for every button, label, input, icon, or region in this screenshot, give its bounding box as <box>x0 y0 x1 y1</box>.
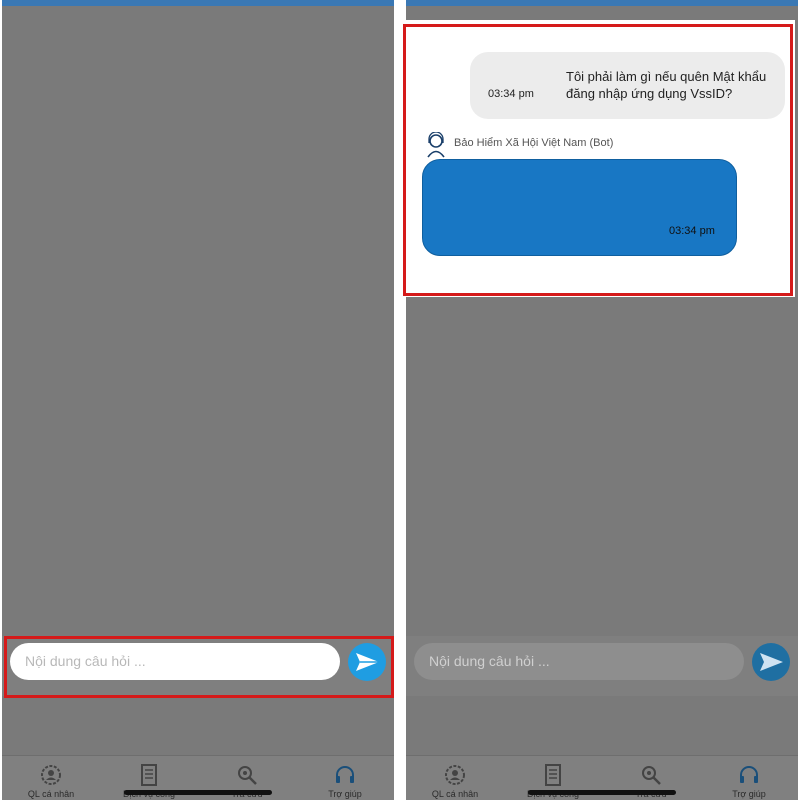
tab-help[interactable]: Trợ giúp <box>700 756 798 800</box>
search-gear-icon <box>238 766 257 785</box>
headset-icon <box>336 766 354 783</box>
personal-gear-icon <box>41 765 61 785</box>
chat-highlight-box <box>403 24 793 296</box>
personal-gear-icon <box>445 765 465 785</box>
tab-help[interactable]: Trợ giúp <box>296 756 394 800</box>
question-input[interactable]: Nội dung câu hỏi ... <box>414 643 744 680</box>
input-placeholder: Nội dung câu hỏi ... <box>429 653 550 669</box>
status-strip <box>2 0 394 6</box>
headset-icon <box>740 766 758 783</box>
tab-personal[interactable]: QL cá nhân <box>406 756 504 800</box>
document-icon <box>141 764 157 786</box>
input-highlight-box <box>4 636 394 698</box>
tab-label: QL cá nhân <box>431 789 479 799</box>
status-strip <box>406 0 798 6</box>
search-gear-icon <box>642 766 661 785</box>
document-icon <box>545 764 561 786</box>
send-button[interactable] <box>752 643 790 681</box>
message-input-bar: Nội dung câu hỏi ... <box>406 636 798 696</box>
tab-label: Trợ giúp <box>732 789 766 799</box>
tab-label: QL cá nhân <box>27 789 75 799</box>
tab-label: Trợ giúp <box>328 789 362 799</box>
home-indicator <box>528 790 676 795</box>
tab-personal[interactable]: QL cá nhân <box>2 756 100 800</box>
home-indicator <box>124 790 272 795</box>
send-icon <box>760 653 783 671</box>
